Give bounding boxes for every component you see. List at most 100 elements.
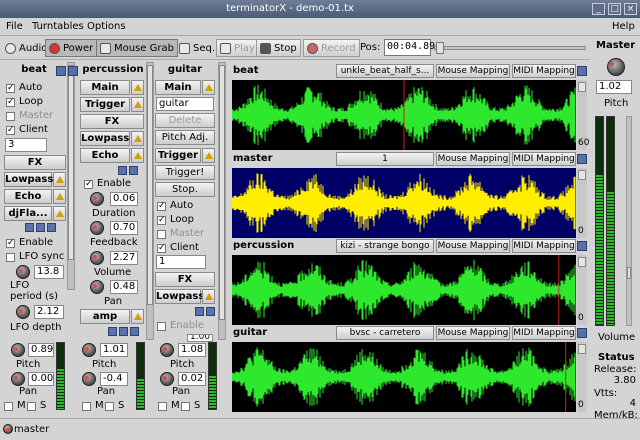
percussion-pitch-knob[interactable] — [82, 343, 96, 357]
guitar-pan-value[interactable]: 0.02 — [178, 372, 206, 386]
mouse-grab-button[interactable]: Mouse Grab — [96, 39, 178, 57]
track-file-guitar[interactable]: bvsc - carretero — [336, 326, 434, 340]
master-pitch-knob[interactable] — [607, 58, 625, 76]
guitar-solo-checkbox[interactable]: S — [181, 400, 200, 412]
percussion-trigger-button[interactable]: Trigger — [80, 97, 130, 112]
guitar-pan-knob[interactable] — [160, 372, 174, 386]
guitar-trigger-now-button[interactable]: Trigger! — [155, 165, 215, 180]
guitar-main-button[interactable]: Main — [155, 80, 201, 95]
beat-pan-knob[interactable] — [11, 372, 25, 386]
beat-client-spin[interactable]: 3 — [5, 138, 47, 152]
beat-pitch-value[interactable]: 0.89 — [28, 343, 54, 357]
percussion-trigger-warning-icon[interactable] — [131, 97, 144, 112]
master-track-collapse-button[interactable] — [577, 154, 587, 164]
beat-echo-button[interactable]: Echo — [4, 189, 52, 204]
guitar-master-checkbox[interactable]: Master — [157, 228, 204, 240]
feedback-knob[interactable] — [90, 221, 104, 235]
beat-lfo-sync-checkbox[interactable]: LFO sync — [6, 251, 64, 263]
percussion-track-collapse-button[interactable] — [577, 241, 587, 251]
percussion-main-button[interactable]: Main — [80, 80, 130, 95]
beat-djflanger-button[interactable]: djFla... — [4, 206, 52, 221]
lfo-depth-knob[interactable] — [16, 305, 30, 319]
beat-djflanger-warning-icon[interactable] — [53, 206, 66, 221]
percussion-mute-checkbox[interactable]: M — [82, 400, 104, 412]
waveform-master[interactable] — [232, 168, 576, 238]
percussion-pan-value[interactable]: -0.4 — [100, 372, 128, 386]
echo-pan-knob[interactable] — [90, 280, 104, 294]
menu-turntables[interactable]: Turntables — [32, 21, 84, 32]
guitar-pitch-knob[interactable] — [160, 343, 174, 357]
beat-panel-scrollbar[interactable] — [67, 62, 75, 290]
beat-loop-checkbox[interactable]: ✓ Loop — [6, 96, 43, 108]
guitar-pitch-value[interactable]: 1.08 — [178, 343, 206, 357]
beat-enable-checkbox[interactable]: ✓ Enable — [6, 237, 53, 249]
percussion-panel-scrollbar[interactable] — [146, 62, 154, 340]
play-button[interactable]: Play — [216, 39, 259, 57]
guitar-lowpass-warning-icon[interactable] — [202, 289, 215, 304]
guitar-client-spin[interactable]: 1 — [156, 255, 206, 269]
guitar-delete-button[interactable]: Delete — [155, 113, 215, 128]
feedback-value[interactable]: 0.70 — [110, 221, 138, 235]
menu-help[interactable]: Help — [612, 21, 635, 32]
beat-zoom-slider[interactable]: 60 — [577, 80, 589, 150]
guitar-stop-button[interactable]: Stop. — [155, 182, 215, 197]
seq-button[interactable]: Seq. — [176, 39, 218, 57]
duration-knob[interactable] — [90, 192, 104, 206]
master-volume-slider[interactable] — [626, 116, 632, 326]
percussion-main-warning-icon[interactable] — [131, 80, 144, 95]
percussion-lowpass-warning-icon[interactable] — [131, 131, 144, 146]
guitar-trigger-warning-icon[interactable] — [202, 148, 215, 163]
midi-mapping-master[interactable]: MIDI Mapping — [512, 152, 576, 166]
percussion-echo-warning-icon[interactable] — [131, 148, 144, 163]
percussion-amp-arrows[interactable] — [108, 327, 139, 336]
menu-options[interactable]: Options — [87, 21, 126, 32]
waveform-beat[interactable] — [232, 80, 576, 150]
guitar-enable-checkbox[interactable]: Enable — [157, 320, 204, 332]
percussion-zoom-slider[interactable]: 0 — [577, 255, 587, 325]
percussion-amp-button[interactable]: amp — [80, 309, 130, 324]
percussion-collapse-button[interactable] — [68, 66, 78, 76]
beat-lowpass-button[interactable]: Lowpass — [4, 172, 53, 187]
beat-lowpass-warning-icon[interactable] — [53, 172, 66, 187]
volume-knob[interactable] — [90, 251, 104, 265]
master-pitch-value[interactable]: 1.02 — [596, 80, 632, 94]
maximize-button[interactable]: □ — [608, 3, 621, 15]
track-file-beat[interactable]: unkle_beat_half_s... — [336, 64, 434, 78]
echo-pan-value[interactable]: 0.48 — [110, 280, 138, 294]
guitar-fx-button[interactable]: FX — [155, 272, 215, 287]
waveform-guitar[interactable] — [232, 342, 576, 412]
position-slider[interactable] — [434, 46, 586, 50]
power-button[interactable]: Power — [45, 39, 98, 57]
beat-auto-checkbox[interactable]: ✓ Auto — [6, 82, 42, 94]
percussion-echo-button[interactable]: Echo — [80, 148, 130, 163]
midi-mapping-guitar[interactable]: MIDI Mapping — [512, 326, 576, 340]
guitar-pitch-adj-button[interactable]: Pitch Adj. — [155, 130, 215, 145]
percussion-fx-button[interactable]: FX — [80, 114, 144, 129]
stop-button[interactable]: Stop — [256, 39, 301, 57]
beat-order-arrows[interactable] — [25, 223, 56, 232]
mouse-mapping-beat[interactable]: Mouse Mapping — [436, 64, 510, 78]
mouse-mapping-master[interactable]: Mouse Mapping — [436, 152, 510, 166]
volume-value[interactable]: 2.27 — [110, 251, 138, 265]
midi-mapping-percussion[interactable]: MIDI Mapping — [512, 239, 576, 253]
record-button[interactable]: Record — [303, 39, 360, 57]
guitar-order-arrows[interactable] — [195, 307, 215, 316]
midi-mapping-beat[interactable]: MIDI Mapping — [512, 64, 576, 78]
beat-collapse-button[interactable] — [56, 66, 66, 76]
beat-track-collapse-button[interactable] — [577, 66, 587, 76]
lfo-period-knob[interactable] — [16, 265, 30, 279]
guitar-panel-scrollbar[interactable] — [218, 62, 226, 340]
percussion-solo-checkbox[interactable]: S — [105, 400, 124, 412]
guitar-mute-checkbox[interactable]: M — [158, 400, 180, 412]
minimize-button[interactable]: _ — [592, 3, 605, 15]
percussion-pan-knob[interactable] — [82, 372, 96, 386]
duration-value[interactable]: 0.06 — [110, 192, 138, 206]
close-button[interactable]: × — [624, 3, 637, 15]
beat-echo-warning-icon[interactable] — [53, 189, 66, 204]
guitar-name-field[interactable]: guitar — [156, 97, 214, 111]
lfo-period-value[interactable]: 13.8 — [34, 265, 64, 279]
guitar-zoom-slider[interactable]: 0 — [577, 342, 587, 412]
guitar-trigger-button[interactable]: Trigger — [155, 148, 201, 163]
master-zoom-slider[interactable]: 0 — [577, 168, 587, 238]
mouse-mapping-guitar[interactable]: Mouse Mapping — [436, 326, 510, 340]
